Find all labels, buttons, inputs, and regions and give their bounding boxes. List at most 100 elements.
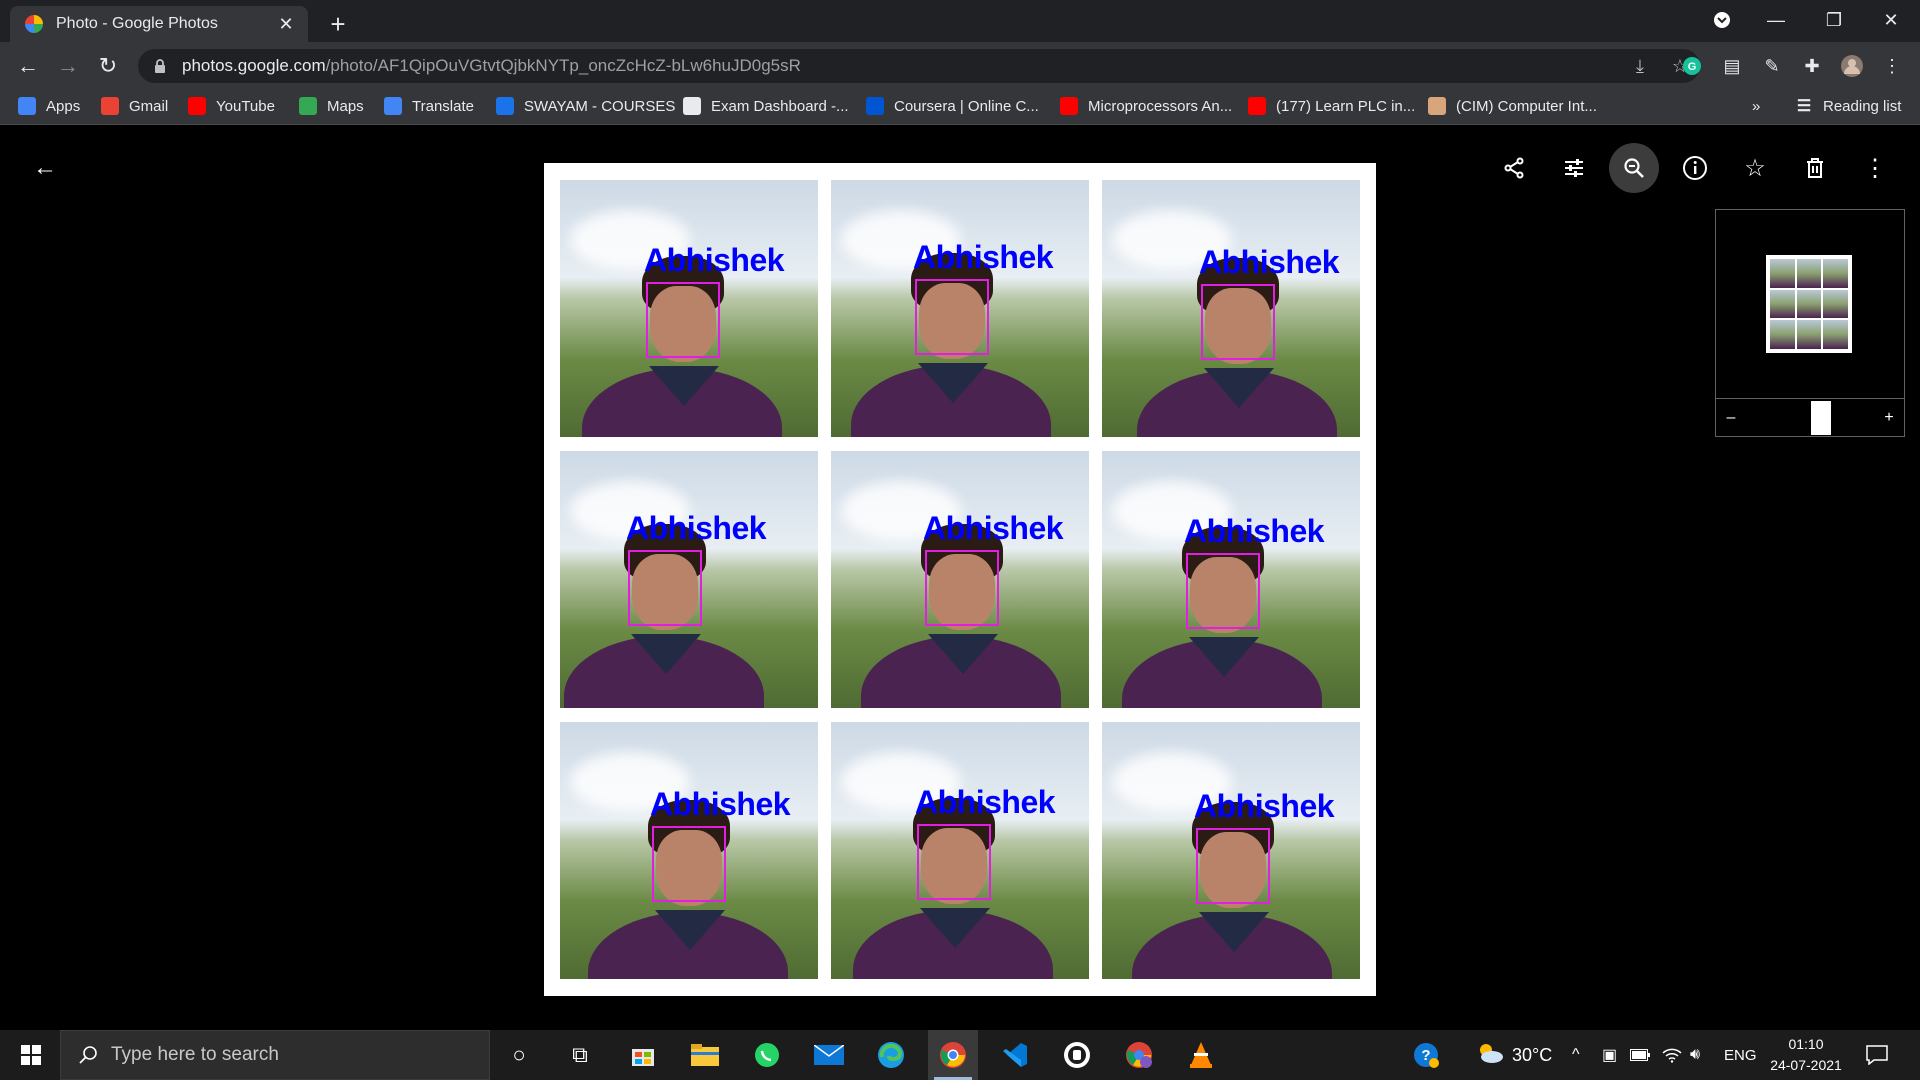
face-name-label: Abhishek: [1199, 244, 1340, 280]
mail-icon[interactable]: [804, 1030, 854, 1080]
bookmark-item[interactable]: Gmail: [101, 88, 168, 124]
forward-icon[interactable]: →: [52, 50, 84, 82]
wifi-icon[interactable]: [1662, 1030, 1682, 1080]
url-path: /photo/AF1QipOuVGtvtQjbkNYTp_oncZcHcZ-bL…: [325, 56, 801, 75]
globe-icon: [683, 97, 701, 115]
zoom-slider-bar: – +: [1716, 398, 1904, 437]
bookmark-item[interactable]: YouTube: [188, 88, 275, 124]
back-icon[interactable]: ←: [12, 50, 44, 82]
bookmark-item[interactable]: Exam Dashboard -...: [683, 88, 849, 124]
reload-icon[interactable]: ↻: [92, 50, 124, 82]
extension-pen-icon[interactable]: ✎: [1756, 50, 1788, 82]
temperature-label: 30°C: [1512, 1044, 1553, 1065]
bookmarks-overflow[interactable]: »: [1752, 88, 1760, 124]
overflow-chevron-icon: »: [1752, 97, 1761, 115]
show-hidden-icons-chevron-icon[interactable]: ^: [1572, 1030, 1580, 1080]
whatsapp-icon[interactable]: [742, 1030, 792, 1080]
reading-list-button[interactable]: ☰ Reading list: [1795, 88, 1902, 124]
svg-text:?: ?: [1421, 1047, 1430, 1064]
delete-icon[interactable]: [1790, 143, 1840, 193]
face-detection-box: [628, 550, 702, 626]
face-name-label: Abhishek: [626, 510, 767, 546]
chrome-profile-icon[interactable]: [1114, 1030, 1164, 1080]
navigator-thumbnail[interactable]: [1766, 255, 1852, 353]
restore-icon[interactable]: ❐: [1811, 0, 1857, 40]
bookmark-item[interactable]: Translate: [384, 88, 474, 124]
bookmark-label: Gmail: [129, 97, 169, 115]
face-detection-box: [652, 826, 726, 902]
help-icon[interactable]: ?: [1412, 1030, 1440, 1080]
photo-grid-cell: Abhishek: [831, 451, 1089, 708]
coursera-icon: [866, 97, 884, 115]
youtube-icon: [188, 97, 206, 115]
taskbar-clock[interactable]: 01:10 24-07-2021: [1758, 1034, 1854, 1076]
bookmark-item[interactable]: SWAYAM - COURSES: [496, 88, 675, 124]
bookmark-label: Maps: [327, 97, 364, 115]
extensions-puzzle-icon[interactable]: ✚: [1796, 50, 1828, 82]
tab-search-icon[interactable]: [1699, 0, 1745, 40]
reading-list-icon: ☰: [1796, 98, 1812, 115]
task-view-icon[interactable]: ⧉: [555, 1030, 605, 1080]
minimize-icon[interactable]: —: [1753, 0, 1799, 40]
bookmark-label: (CIM) Computer Int...: [1456, 97, 1597, 115]
zoom-slider-handle[interactable]: [1811, 401, 1831, 435]
weather-widget[interactable]: 30°C: [1476, 1030, 1552, 1080]
grammarly-icon[interactable]: G: [1676, 50, 1708, 82]
install-app-icon[interactable]: ⤓: [1624, 49, 1656, 83]
bookmark-label: Apps: [46, 97, 81, 115]
face-detection-box: [646, 282, 720, 358]
vlc-icon[interactable]: [1176, 1030, 1226, 1080]
bookmark-item[interactable]: Coursera | Online C...: [866, 88, 1039, 124]
share-icon[interactable]: [1489, 143, 1539, 193]
cortana-icon[interactable]: ○: [494, 1030, 544, 1080]
maps-pin-icon: [299, 97, 317, 115]
photo-grid-cell: Abhishek: [1102, 451, 1360, 708]
bookmark-item[interactable]: (177) Learn PLC in...: [1248, 88, 1415, 124]
notifications-icon[interactable]: [1866, 1030, 1888, 1080]
photo-grid-cell: Abhishek: [560, 451, 818, 708]
photo-grid-cell: Abhishek: [1102, 180, 1360, 437]
face-name-label: Abhishek: [1184, 513, 1325, 549]
edge-browser-icon[interactable]: [866, 1030, 916, 1080]
browser-tab[interactable]: Photo - Google Photos ✕: [10, 6, 308, 42]
zoom-in-button[interactable]: +: [1874, 399, 1904, 437]
more-options-icon[interactable]: ⋮: [1850, 143, 1900, 193]
zoom-icon[interactable]: [1609, 143, 1659, 193]
zoom-out-button[interactable]: –: [1716, 399, 1746, 437]
bookmark-item[interactable]: Maps: [299, 88, 364, 124]
face-name-label: Abhishek: [915, 784, 1056, 820]
url-host: photos.google.com: [182, 56, 326, 75]
chrome-taskbar-icon[interactable]: [928, 1030, 978, 1080]
new-tab-icon[interactable]: +: [323, 9, 353, 39]
bookmark-label: SWAYAM - COURSES: [524, 97, 676, 115]
taskbar-search-input[interactable]: Type here to search: [60, 1030, 490, 1080]
close-window-icon[interactable]: ✕: [1868, 0, 1914, 40]
extension-printer-icon[interactable]: ▤: [1716, 50, 1748, 82]
meet-now-icon[interactable]: ▣: [1602, 1030, 1617, 1080]
vscode-icon[interactable]: [990, 1030, 1040, 1080]
volume-icon[interactable]: 🔊︎: [1690, 1030, 1700, 1080]
bookmark-item[interactable]: (CIM) Computer Int...: [1428, 88, 1597, 124]
language-indicator[interactable]: ENG: [1724, 1030, 1757, 1080]
bookmark-item[interactable]: Apps: [18, 88, 80, 124]
github-desktop-icon[interactable]: [1052, 1030, 1102, 1080]
address-bar[interactable]: photos.google.com/photo/AF1QipOuVGtvtQjb…: [138, 49, 1700, 83]
bookmark-item[interactable]: Microprocessors An...: [1060, 88, 1232, 124]
battery-icon[interactable]: [1630, 1030, 1650, 1080]
microsoft-store-icon[interactable]: [618, 1030, 668, 1080]
photo-grid-cell: Abhishek: [831, 722, 1089, 979]
profile-avatar[interactable]: [1836, 50, 1868, 82]
windows-start-icon[interactable]: [6, 1030, 56, 1080]
chrome-menu-icon[interactable]: ⋮: [1876, 50, 1908, 82]
photo-image[interactable]: Abhishek Abhishek Abhishek Abhishek Abhishek…: [544, 163, 1376, 996]
viewer-back-icon[interactable]: ←: [20, 143, 70, 193]
info-icon[interactable]: [1670, 143, 1720, 193]
file-explorer-icon[interactable]: [680, 1030, 730, 1080]
face-name-label: Abhishek: [913, 239, 1054, 275]
gmail-icon: [101, 97, 119, 115]
face-name-label: Abhishek: [650, 786, 791, 822]
edit-adjust-icon[interactable]: [1549, 143, 1599, 193]
favorite-star-icon[interactable]: ☆: [1730, 143, 1780, 193]
youtube-icon: [1060, 97, 1078, 115]
close-tab-icon[interactable]: ✕: [272, 10, 300, 38]
